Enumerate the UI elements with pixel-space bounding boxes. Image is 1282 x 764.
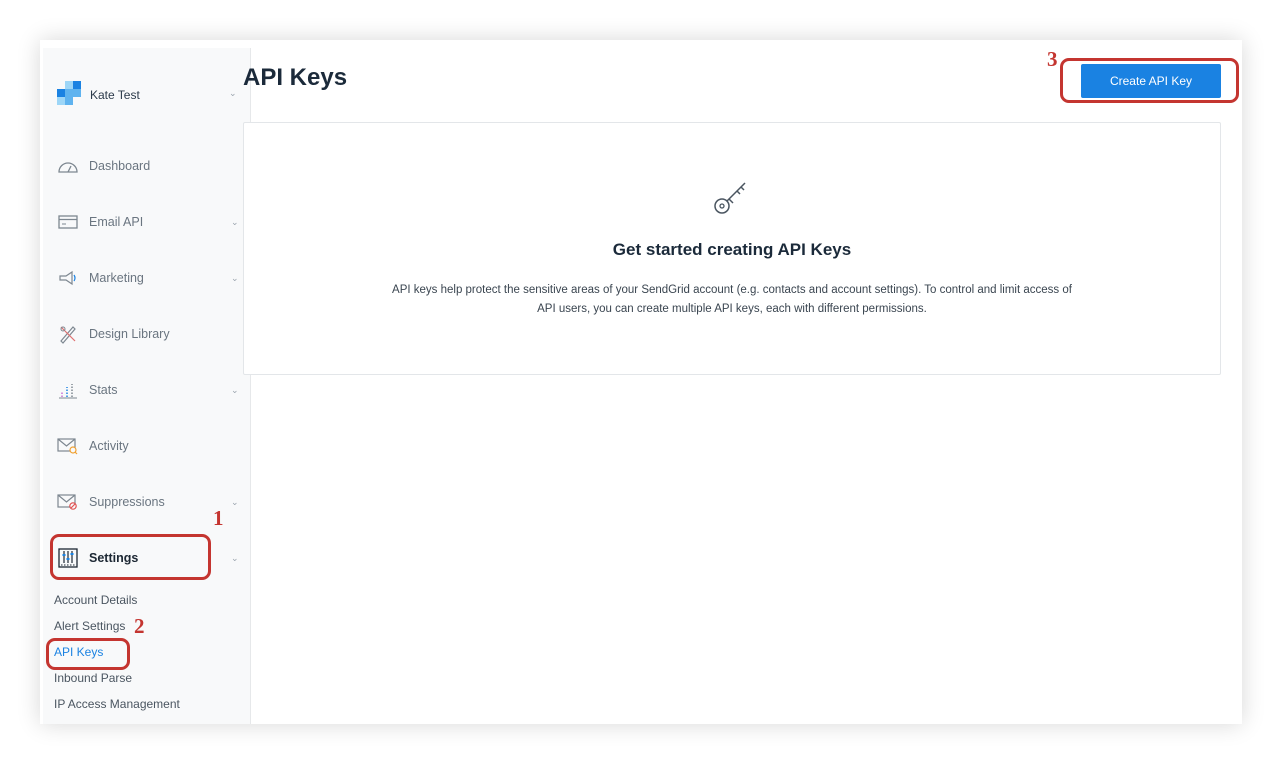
dashboard-gauge-icon	[57, 156, 79, 176]
sub-item-alert-settings[interactable]: Alert Settings	[54, 619, 125, 633]
sidebar-item-label: Dashboard	[89, 159, 151, 173]
sidebar-item-stats[interactable]: Stats ⌄	[43, 372, 250, 408]
empty-state-description: API keys help protect the sensitive area…	[392, 284, 1072, 315]
email-api-window-icon	[57, 212, 79, 232]
sidebar-item-label: Marketing	[89, 271, 144, 285]
sidebar-item-label: Design Library	[89, 327, 170, 341]
bar-chart-icon	[57, 380, 79, 400]
callout-box-api-keys	[46, 638, 130, 670]
main-content: API Keys Create API Key Get started crea…	[243, 40, 1242, 724]
callout-box-settings	[50, 534, 211, 580]
sidebar-item-email-api[interactable]: Email API ⌄	[43, 204, 250, 240]
empty-state-card: Get started creating API Keys API keys h…	[243, 122, 1221, 375]
callout-number: 3	[1047, 47, 1058, 71]
chevron-down-icon: ⌄	[231, 553, 239, 563]
page-title: API Keys	[243, 64, 348, 91]
sub-item-inbound-parse[interactable]: Inbound Parse	[54, 671, 132, 685]
callout-number: 1	[213, 506, 224, 530]
envelope-search-icon	[57, 436, 79, 456]
sub-item-account-details[interactable]: Account Details	[54, 593, 137, 607]
sendgrid-logo-icon	[57, 81, 81, 105]
account-name: Kate Test	[90, 88, 140, 102]
sidebar-item-design-library[interactable]: Design Library	[43, 316, 250, 352]
sidebar-item-label: Stats	[89, 383, 118, 397]
megaphone-icon	[57, 268, 79, 288]
envelope-block-icon	[57, 492, 79, 512]
callout-box-create-button	[1060, 58, 1239, 103]
empty-state-heading: Get started creating API Keys	[612, 240, 852, 259]
chevron-down-icon: ⌄	[231, 385, 239, 395]
callout-number: 2	[134, 614, 145, 638]
key-icon	[709, 175, 753, 219]
chevron-down-icon: ⌄	[231, 273, 239, 283]
sidebar-item-marketing[interactable]: Marketing ⌄	[43, 260, 250, 296]
design-tools-icon	[57, 324, 79, 344]
sidebar-item-activity[interactable]: Activity	[43, 428, 250, 464]
sidebar-item-label: Activity	[89, 439, 129, 453]
sidebar-item-label: Suppressions	[89, 495, 165, 509]
chevron-down-icon: ⌄	[231, 217, 239, 227]
chevron-down-icon: ⌄	[229, 88, 237, 98]
app-window: Kate Test ⌄ Dashboard Email API ⌄ Market…	[40, 40, 1242, 724]
sub-item-ip-access-management[interactable]: IP Access Management	[54, 697, 180, 711]
account-switcher[interactable]: Kate Test ⌄	[43, 75, 250, 115]
chevron-down-icon: ⌄	[231, 497, 239, 507]
sidebar: Kate Test ⌄ Dashboard Email API ⌄ Market…	[43, 48, 251, 724]
sidebar-item-dashboard[interactable]: Dashboard	[43, 148, 250, 184]
sidebar-item-label: Email API	[89, 215, 144, 229]
